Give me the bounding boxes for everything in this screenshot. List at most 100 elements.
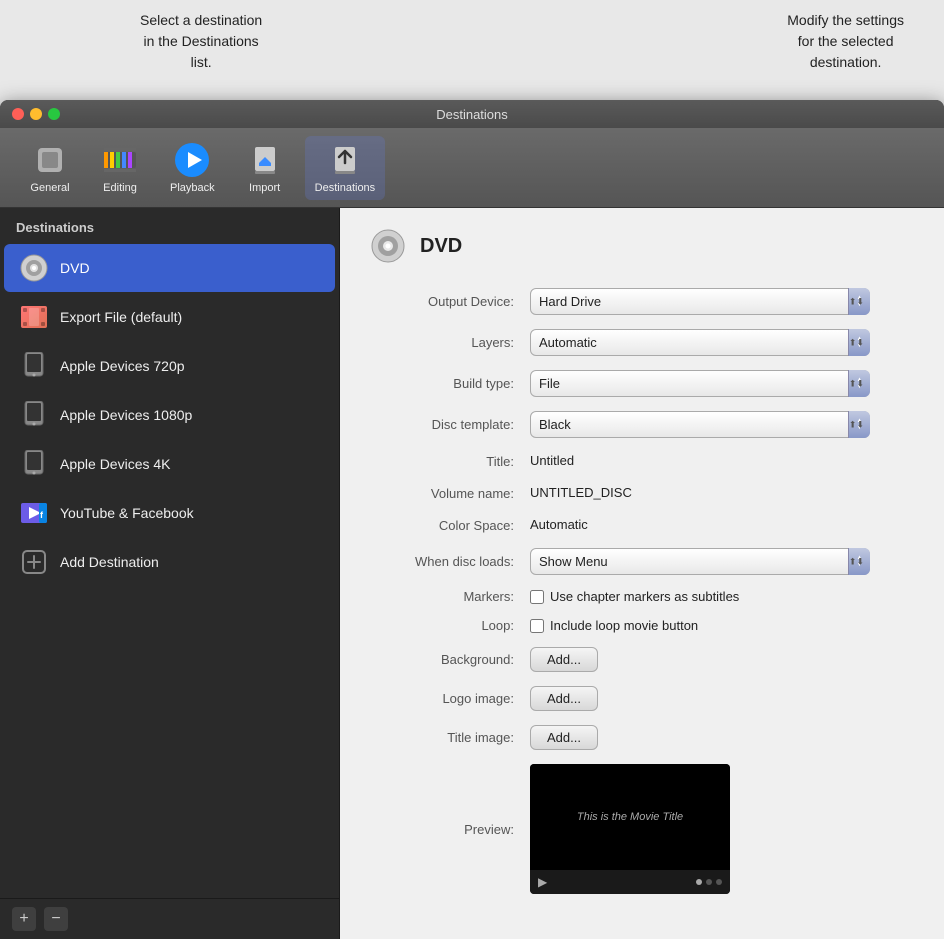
general-icon [32, 142, 68, 178]
preview-play-button[interactable]: ▶ [538, 875, 547, 889]
main-window: Destinations General [0, 100, 944, 939]
color-space-label: Color Space: [370, 518, 530, 533]
annotation-area: Select a destinationin the Destinationsl… [0, 0, 944, 100]
volume-name-value: UNTITLED_DISC [530, 484, 870, 502]
output-device-control: Hard Drive DVD Burner Blu-ray Burner [530, 288, 870, 315]
markers-control: Use chapter markers as subtitles [530, 589, 870, 604]
markers-checkbox-row: Use chapter markers as subtitles [530, 589, 870, 604]
output-device-wrapper: Hard Drive DVD Burner Blu-ray Burner [530, 288, 870, 315]
main-content: Destinations DVD [0, 208, 944, 939]
destinations-icon [327, 142, 363, 178]
when-disc-loads-control: Show Menu Play Movie [530, 548, 870, 575]
sidebar-item-dvd[interactable]: DVD [4, 244, 335, 292]
color-space-row: Color Space: Automatic [370, 516, 914, 534]
sidebar-item-apple-4k[interactable]: Apple Devices 4K [4, 440, 335, 488]
toolbar-item-playback[interactable]: Playback [160, 136, 225, 200]
when-disc-loads-select[interactable]: Show Menu Play Movie [530, 548, 870, 575]
preview-controls: ▶ [530, 870, 730, 894]
sidebar-item-apple-1080p[interactable]: Apple Devices 1080p [4, 391, 335, 439]
toolbar-item-destinations[interactable]: Destinations [305, 136, 386, 200]
film-icon [20, 303, 48, 331]
disc-template-row: Disc template: Black White Custom [370, 411, 914, 438]
device-1080p-icon [20, 401, 48, 429]
title-value: Untitled [530, 452, 870, 470]
sidebar-header: Destinations [0, 208, 339, 243]
title-label: Title: [370, 454, 530, 469]
close-button[interactable] [12, 108, 24, 120]
toolbar-item-general[interactable]: General [20, 136, 80, 200]
add-item-button[interactable]: + [12, 907, 36, 931]
build-type-select[interactable]: File Disc [530, 370, 870, 397]
output-device-select[interactable]: Hard Drive DVD Burner Blu-ray Burner [530, 288, 870, 315]
layers-row: Layers: Automatic Single Layer Dual Laye… [370, 329, 914, 356]
disc-template-wrapper: Black White Custom [530, 411, 870, 438]
layers-wrapper: Automatic Single Layer Dual Layer [530, 329, 870, 356]
device-720p-icon [20, 352, 48, 380]
layers-label: Layers: [370, 335, 530, 350]
background-control: Add... [530, 647, 870, 672]
logo-image-label: Logo image: [370, 691, 530, 706]
title-image-label: Title image: [370, 730, 530, 745]
sidebar-item-dvd-label: DVD [60, 260, 90, 276]
editing-icon [102, 142, 138, 178]
titlebar: Destinations [0, 100, 944, 128]
preview-dot-1 [696, 879, 702, 885]
toolbar-item-editing[interactable]: Editing [90, 136, 150, 200]
background-add-button[interactable]: Add... [530, 647, 598, 672]
preview-row: Preview: This is the Movie Title ▶ [370, 764, 914, 894]
loop-control: Include loop movie button [530, 618, 870, 633]
maximize-button[interactable] [48, 108, 60, 120]
markers-row: Markers: Use chapter markers as subtitle… [370, 589, 914, 604]
sidebar-item-export-label: Export File (default) [60, 309, 182, 325]
sidebar-item-export-file[interactable]: Export File (default) [4, 293, 335, 341]
dvd-icon [20, 254, 48, 282]
editing-label: Editing [103, 182, 137, 194]
social-icon: f [20, 499, 48, 527]
preview-title-text: This is the Movie Title [577, 811, 683, 823]
volume-name-text: UNTITLED_DISC [530, 485, 632, 500]
layers-control: Automatic Single Layer Dual Layer [530, 329, 870, 356]
window-title: Destinations [436, 107, 508, 122]
preview-dots [696, 879, 722, 885]
color-space-text: Automatic [530, 517, 588, 532]
sidebar: Destinations DVD [0, 208, 340, 939]
sidebar-footer: + − [0, 898, 339, 939]
loop-checkbox-row: Include loop movie button [530, 618, 870, 633]
title-text: Untitled [530, 453, 574, 468]
markers-label: Markers: [370, 589, 530, 604]
detail-header: DVD [370, 228, 914, 264]
destinations-label: Destinations [315, 182, 376, 194]
remove-item-button[interactable]: − [44, 907, 68, 931]
detail-title: DVD [420, 235, 462, 258]
annotation-left: Select a destinationin the Destinationsl… [140, 10, 262, 100]
when-disc-loads-row: When disc loads: Show Menu Play Movie [370, 548, 914, 575]
minimize-button[interactable] [30, 108, 42, 120]
layers-select[interactable]: Automatic Single Layer Dual Layer [530, 329, 870, 356]
output-device-row: Output Device: Hard Drive DVD Burner Blu… [370, 288, 914, 315]
sidebar-item-youtube-facebook[interactable]: f YouTube & Facebook [4, 489, 335, 537]
preview-dot-2 [706, 879, 712, 885]
sidebar-item-720p-label: Apple Devices 720p [60, 358, 185, 374]
logo-image-add-button[interactable]: Add... [530, 686, 598, 711]
disc-template-label: Disc template: [370, 417, 530, 432]
sidebar-item-add-destination[interactable]: Add Destination [4, 538, 335, 586]
toolbar: General Editing [0, 128, 944, 208]
title-image-control: Add... [530, 725, 870, 750]
markers-checkbox-label: Use chapter markers as subtitles [550, 589, 739, 604]
sidebar-item-4k-label: Apple Devices 4K [60, 456, 171, 472]
title-row: Title: Untitled [370, 452, 914, 470]
annotation-right-text: Modify the settingsfor the selecteddesti… [787, 12, 904, 70]
disc-template-select[interactable]: Black White Custom [530, 411, 870, 438]
build-type-row: Build type: File Disc [370, 370, 914, 397]
sidebar-item-apple-720p[interactable]: Apple Devices 720p [4, 342, 335, 390]
loop-checkbox[interactable] [530, 619, 544, 633]
title-image-add-button[interactable]: Add... [530, 725, 598, 750]
markers-checkbox[interactable] [530, 590, 544, 604]
general-label: General [30, 182, 69, 194]
toolbar-item-import[interactable]: Import [235, 136, 295, 200]
logo-image-row: Logo image: Add... [370, 686, 914, 711]
playback-icon [174, 142, 210, 178]
device-4k-icon [20, 450, 48, 478]
output-device-label: Output Device: [370, 294, 530, 309]
loop-row: Loop: Include loop movie button [370, 618, 914, 633]
